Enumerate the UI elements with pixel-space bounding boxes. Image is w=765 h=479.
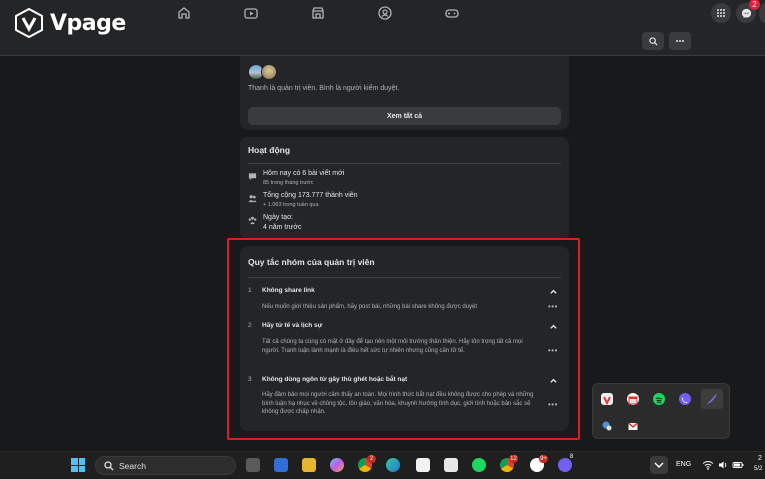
profile-button[interactable]: [759, 3, 765, 23]
gmail-tray-icon[interactable]: [627, 419, 639, 431]
clock-date[interactable]: 5/2: [754, 466, 762, 472]
show-hidden-icons-button[interactable]: [650, 456, 668, 474]
admins-card: Thanh là quản trị viên. Bình là người ki…: [240, 56, 569, 130]
messenger-badge: 2: [749, 0, 760, 10]
search-label: Search: [119, 461, 146, 471]
avatar[interactable]: [261, 64, 277, 80]
group-icon: [248, 216, 257, 225]
spotify-tray-icon[interactable]: [653, 393, 665, 405]
vpage-logo[interactable]: Vpage: [14, 8, 126, 38]
group-more-button[interactable]: [669, 32, 691, 50]
spotify-icon[interactable]: [472, 458, 486, 472]
see-all-button[interactable]: Xem tất cả: [248, 107, 561, 125]
activity-sub: 85 trong tháng trước: [263, 180, 314, 186]
highlight-annotation-box: [227, 238, 580, 440]
start-button[interactable]: [71, 458, 85, 472]
vivaldi-tray-icon[interactable]: [601, 393, 613, 406]
groups-icon[interactable]: [377, 5, 393, 21]
activity-main: Tổng cộng 173.777 thành viên: [263, 192, 358, 199]
wifi-icon[interactable]: [702, 460, 714, 470]
members-icon: [248, 195, 257, 203]
home-icon[interactable]: [176, 5, 192, 21]
chrome-profile-icon[interactable]: 12: [500, 455, 518, 472]
admin-avatars: [248, 64, 277, 80]
battery-icon[interactable]: [732, 460, 744, 470]
calendar-tray-icon[interactable]: [627, 393, 639, 405]
task-view-icon[interactable]: [246, 458, 260, 472]
messenger-icon: [741, 8, 751, 18]
divider: [248, 163, 561, 164]
gaming-icon[interactable]: [444, 5, 460, 21]
search-icon: [104, 461, 114, 471]
activity-created-value: 4 năm trước: [263, 224, 302, 231]
chrome-badge: 2: [367, 455, 376, 463]
app-badge: 9+: [539, 455, 548, 463]
admin-description: Thanh là quản trị viên. Bình là người ki…: [248, 85, 400, 92]
tray-overflow-panel: [592, 383, 730, 439]
store-icon[interactable]: [274, 458, 288, 472]
network-tray-icon[interactable]: [601, 419, 613, 431]
mail-app-icon[interactable]: 9+: [530, 455, 548, 472]
activity-main: Ngày tạo:: [263, 214, 293, 221]
clock-time[interactable]: 2: [758, 455, 762, 462]
feather-tray-icon[interactable]: [701, 389, 723, 409]
post-icon: [248, 173, 257, 181]
app-badge: 12: [509, 455, 518, 463]
marketplace-icon[interactable]: [310, 5, 326, 21]
activity-main: Hôm nay có 6 bài viết mới: [263, 170, 345, 177]
group-search-button[interactable]: [642, 32, 664, 50]
vpage-logo-icon: [15, 8, 43, 38]
chrome-icon[interactable]: 2: [358, 455, 376, 472]
grid-icon: [717, 9, 725, 17]
windows-taskbar: Search 2 12 9+ 8 ENG 2 5/2: [0, 451, 765, 478]
viber-icon[interactable]: 8: [558, 454, 573, 472]
brand-name: Vpage: [50, 10, 126, 36]
video-icon[interactable]: [243, 5, 259, 21]
messenger-button[interactable]: 2: [736, 0, 760, 23]
activity-title: Hoạt động: [248, 145, 291, 155]
app-badge: 8: [569, 454, 574, 460]
menu-grid-button[interactable]: [711, 3, 731, 23]
volume-icon[interactable]: [718, 460, 728, 470]
file-explorer-icon[interactable]: [302, 458, 316, 472]
edge-icon[interactable]: [386, 458, 400, 472]
top-navigation-bar: Vpage 2: [0, 0, 765, 56]
recorder-icon[interactable]: [444, 458, 458, 472]
language-indicator[interactable]: ENG: [676, 461, 691, 468]
taskbar-search[interactable]: Search: [95, 456, 236, 475]
office-app-icon[interactable]: [416, 458, 430, 472]
search-icon: [648, 36, 658, 46]
activity-card: Hoạt động Hôm nay có 6 bài viết mới 85 t…: [240, 137, 569, 240]
copilot-icon[interactable]: [330, 458, 344, 472]
viber-tray-icon[interactable]: [679, 393, 691, 405]
more-icon: [676, 40, 684, 42]
activity-sub: + 1.063 trong tuần qua: [263, 202, 319, 208]
chevron-down-icon: [654, 462, 664, 468]
